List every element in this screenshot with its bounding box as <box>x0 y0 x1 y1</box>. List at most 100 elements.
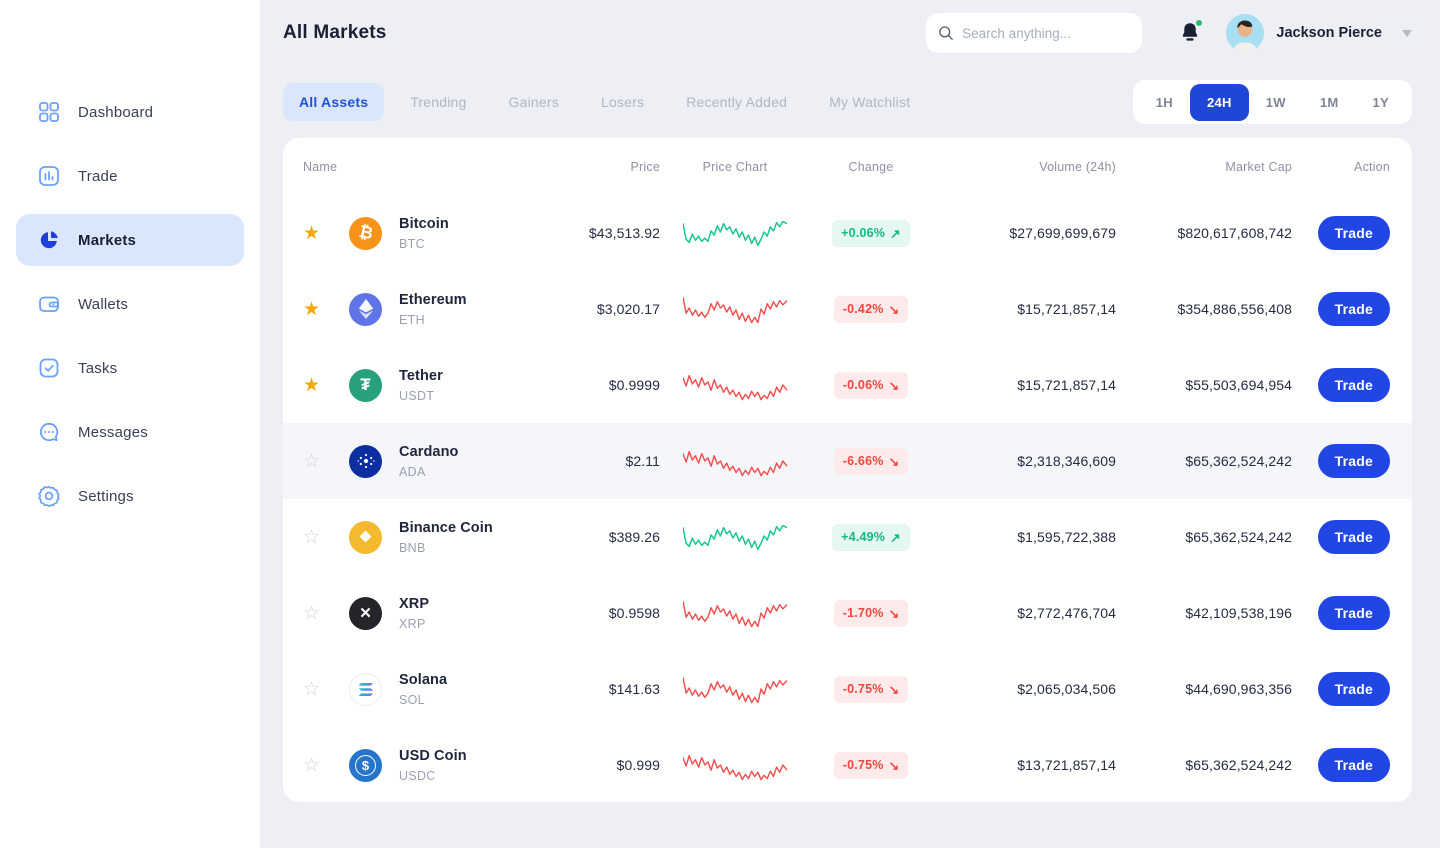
coin-name: Solana <box>399 672 542 688</box>
price-sparkline-down <box>683 743 787 787</box>
price-sparkline-up <box>683 515 787 559</box>
coin-name: XRP <box>399 596 542 612</box>
price-value: $0.9999 <box>542 377 660 393</box>
timerange-1w[interactable]: 1W <box>1249 84 1303 121</box>
coin-icon-xrp: ✕ <box>349 597 382 630</box>
tab-trending[interactable]: Trending <box>394 83 482 121</box>
trade-button-eth[interactable]: Trade <box>1318 292 1390 326</box>
coin-name: Bitcoin <box>399 216 542 232</box>
column-header-price-chart: Price Chart <box>660 160 810 174</box>
coin-name-cell: BitcoinBTC <box>399 216 542 251</box>
market-cap-value: $55,503,694,954 <box>1116 377 1292 393</box>
trade-button-ada[interactable]: Trade <box>1318 444 1390 478</box>
user-menu[interactable]: Jackson Pierce <box>1226 14 1412 52</box>
coin-name-cell: EthereumETH <box>399 292 542 327</box>
notifications-button[interactable] <box>1178 20 1204 46</box>
coin-name-cell: CardanoADA <box>399 444 542 479</box>
sidebar-item-trade[interactable]: Trade <box>16 150 244 202</box>
table-row-ada: ☆ CardanoADA$2.11-6.66%↘$2,318,346,609$6… <box>283 423 1412 499</box>
trade-button-xrp[interactable]: Trade <box>1318 596 1390 630</box>
coin-symbol: BNB <box>399 541 542 555</box>
change-value: +4.49% <box>841 530 885 544</box>
column-header-action: Action <box>1292 160 1390 174</box>
watchlist-star-filled[interactable]: ★ <box>303 224 349 243</box>
sidebar-item-settings[interactable]: Settings <box>16 470 244 522</box>
volume-value: $2,065,034,506 <box>932 681 1116 697</box>
coin-name: Binance Coin <box>399 520 542 536</box>
timerange-24h[interactable]: 24H <box>1190 84 1249 121</box>
trend-down-icon: ↘ <box>889 606 900 621</box>
market-cap-value: $44,690,963,356 <box>1116 681 1292 697</box>
column-header-market-cap: Market Cap <box>1116 160 1292 174</box>
watchlist-star-empty[interactable]: ☆ <box>303 528 349 547</box>
trade-button-sol[interactable]: Trade <box>1318 672 1390 706</box>
trend-down-icon: ↘ <box>889 378 900 393</box>
sidebar-item-label: Messages <box>78 424 148 441</box>
dashboard-icon <box>38 101 60 123</box>
trend-down-icon: ↘ <box>889 758 900 773</box>
timerange-1y[interactable]: 1Y <box>1355 84 1406 121</box>
volume-value: $13,721,857,14 <box>932 757 1116 773</box>
change-badge-up: +4.49%↗ <box>832 524 910 551</box>
table-row-usdt: ★₮TetherUSDT$0.9999-0.06%↘$15,721,857,14… <box>283 347 1412 423</box>
sidebar-item-tasks[interactable]: Tasks <box>16 342 244 394</box>
search-box[interactable] <box>926 13 1142 53</box>
sidebar-item-wallets[interactable]: Wallets <box>16 278 244 330</box>
change-cell: +0.06%↗ <box>810 220 932 247</box>
table-row-btc: ★₿BitcoinBTC$43,513.92+0.06%↗$27,699,699… <box>283 195 1412 271</box>
volume-value: $15,721,857,14 <box>932 301 1116 317</box>
trade-button-usdc[interactable]: Trade <box>1318 748 1390 782</box>
market-cap-value: $65,362,524,242 <box>1116 529 1292 545</box>
timerange-1m[interactable]: 1M <box>1303 84 1356 121</box>
coin-icon-bnb: ❖ <box>349 521 382 554</box>
timerange-selector: 1H24H1W1M1Y <box>1133 80 1412 124</box>
tab-recently-added[interactable]: Recently Added <box>670 83 803 121</box>
column-header-price: Price <box>542 160 660 174</box>
change-value: -0.06% <box>843 378 884 392</box>
filter-row: All Assets Trending Gainers Losers Recently … <box>283 80 1412 124</box>
change-cell: -0.75% ↘ <box>810 752 932 779</box>
volume-value: $2,772,476,704 <box>932 605 1116 621</box>
trade-button-usdt[interactable]: Trade <box>1318 368 1390 402</box>
wallets-icon <box>38 293 60 315</box>
sidebar-item-markets[interactable]: Markets <box>16 214 244 266</box>
change-cell: -0.75%↘ <box>810 676 932 703</box>
price-sparkline-down <box>683 287 787 331</box>
trade-icon <box>38 165 60 187</box>
price-value: $389.26 <box>542 529 660 545</box>
tab-gainers[interactable]: Gainers <box>493 83 575 121</box>
change-value: -0.75% <box>843 758 884 772</box>
page-title: All Markets <box>283 22 387 44</box>
coin-symbol: ADA <box>399 465 542 479</box>
coin-icon-eth <box>349 293 382 326</box>
price-value: $43,513.92 <box>542 225 660 241</box>
tab-all-assets[interactable]: All Assets <box>283 83 384 121</box>
topbar: All Markets <box>283 0 1412 66</box>
coin-name-cell: XRP XRP <box>399 596 542 631</box>
change-cell: -0.42%↘ <box>810 296 932 323</box>
change-cell: -1.70%↘ <box>810 600 932 627</box>
watchlist-star-empty[interactable]: ☆ <box>303 680 349 699</box>
coin-symbol: XRP <box>399 617 542 631</box>
sidebar-item-dashboard[interactable]: Dashboard <box>16 86 244 138</box>
table-row-xrp: ☆✕XRPXRP$0.9598-1.70%↘$2,772,476,704$42,… <box>283 575 1412 651</box>
trend-down-icon: ↘ <box>889 454 900 469</box>
tab-losers[interactable]: Losers <box>585 83 660 121</box>
watchlist-star-empty[interactable]: ☆ <box>303 756 349 775</box>
price-value: $0.999 <box>542 757 660 773</box>
watchlist-star-filled[interactable]: ★ <box>303 376 349 395</box>
sidebar-item-messages[interactable]: Messages <box>16 406 244 458</box>
timerange-1h[interactable]: 1H <box>1139 84 1190 121</box>
search-input[interactable] <box>962 26 1130 41</box>
user-name: Jackson Pierce <box>1276 25 1382 41</box>
market-cap-value: $65,362,524,242 <box>1116 453 1292 469</box>
tab-my-watchlist[interactable]: My Watchlist <box>813 83 926 121</box>
market-cap-value: $42,109,538,196 <box>1116 605 1292 621</box>
watchlist-star-empty[interactable]: ☆ <box>303 604 349 623</box>
trade-button-btc[interactable]: Trade <box>1318 216 1390 250</box>
watchlist-star-filled[interactable]: ★ <box>303 300 349 319</box>
trade-button-bnb[interactable]: Trade <box>1318 520 1390 554</box>
sidebar-item-label: Settings <box>78 488 134 505</box>
watchlist-star-empty[interactable]: ☆ <box>303 452 349 471</box>
coin-name-cell: Binance Coin BNB <box>399 520 542 555</box>
